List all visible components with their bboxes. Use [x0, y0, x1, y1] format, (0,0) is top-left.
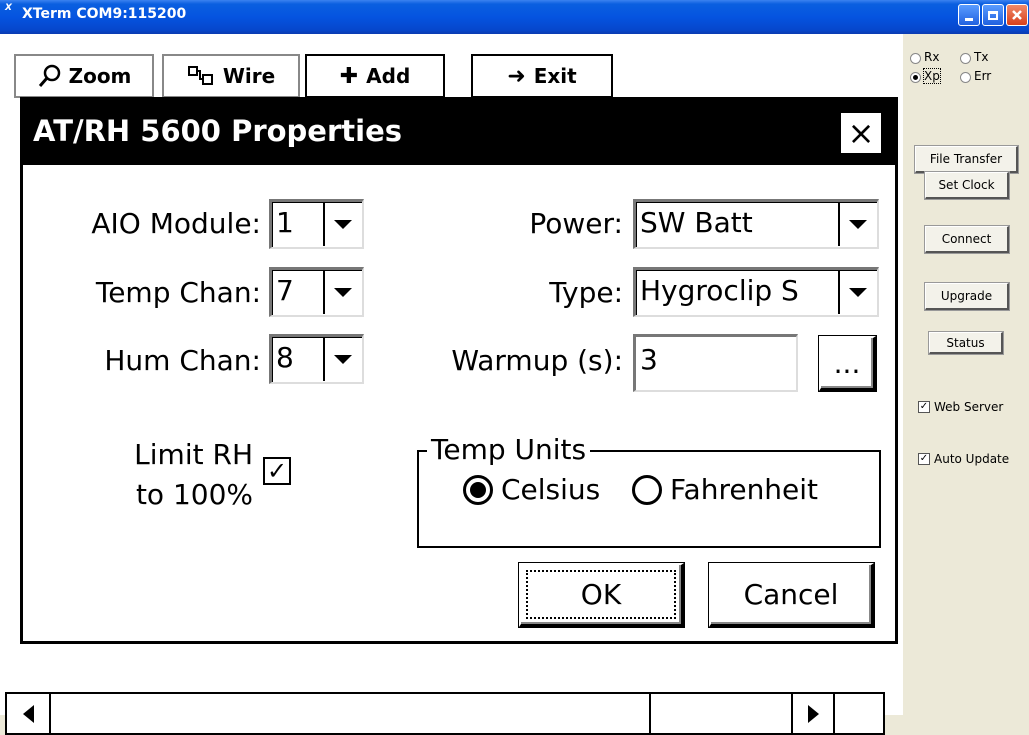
celsius-radio[interactable]	[463, 475, 493, 505]
radio-selected-dot	[470, 482, 486, 498]
magnifier-icon	[38, 64, 60, 87]
dialog-close-button[interactable]: ×	[839, 111, 883, 155]
auto-update-checkbox[interactable]: ✓	[918, 453, 930, 465]
maximize-icon	[988, 10, 998, 20]
add-button[interactable]: ✚ Add	[305, 54, 445, 98]
temp-chan-value: 7	[276, 274, 294, 307]
properties-dialog: AT/RH 5600 Properties × AIO Module: 1 Te…	[20, 97, 898, 644]
minimize-icon	[965, 17, 973, 21]
chevron-down-icon	[838, 271, 876, 314]
temp-chan-select[interactable]: 7	[269, 267, 364, 317]
chevron-down-icon	[323, 203, 361, 246]
tx-radio[interactable]	[960, 53, 971, 64]
cancel-label: Cancel	[743, 578, 839, 611]
arrow-right-icon	[807, 704, 819, 723]
limit-rh-label-line2: to 100%	[135, 478, 253, 511]
close-icon: ×	[847, 114, 875, 152]
add-label: Add	[366, 64, 411, 88]
type-label: Type:	[549, 276, 623, 309]
aio-module-label: AIO Module:	[91, 207, 261, 240]
scroll-right-button[interactable]	[791, 694, 835, 733]
window-titlebar[interactable]: X XTerm COM9:115200	[0, 0, 1029, 34]
type-value: Hygroclip S	[640, 274, 799, 307]
type-select[interactable]: Hygroclip S	[633, 267, 879, 317]
chevron-down-icon	[838, 203, 876, 246]
warmup-input[interactable]: 3	[633, 334, 798, 392]
scroll-track[interactable]	[651, 694, 791, 733]
minimize-button[interactable]	[958, 4, 980, 26]
power-select[interactable]: SW Batt	[633, 199, 879, 249]
tx-label: Tx	[974, 50, 989, 64]
power-label: Power:	[529, 207, 623, 240]
power-value: SW Batt	[640, 206, 753, 239]
exit-label: Exit	[533, 64, 577, 88]
err-label: Err	[974, 69, 992, 83]
fahrenheit-label[interactable]: Fahrenheit	[670, 473, 818, 506]
scroll-left-button[interactable]	[7, 694, 51, 733]
chevron-down-icon	[323, 271, 361, 314]
side-panel: Rx Tx Xp Err File Transfer Set Clock Con…	[903, 34, 1029, 715]
file-transfer-button[interactable]: File Transfer	[915, 146, 1018, 173]
connect-button[interactable]: Connect	[925, 226, 1009, 253]
celsius-label[interactable]: Celsius	[501, 473, 600, 506]
auto-update-label: Auto Update	[934, 452, 1010, 466]
cancel-button[interactable]: Cancel	[709, 563, 874, 627]
xp-radio[interactable]	[910, 72, 921, 83]
fahrenheit-radio[interactable]	[632, 475, 662, 505]
close-icon	[1012, 10, 1022, 20]
rx-radio[interactable]	[910, 53, 921, 64]
arrow-right-icon: ➜	[507, 63, 526, 89]
chevron-down-icon	[323, 338, 361, 381]
err-radio[interactable]	[960, 72, 971, 83]
hum-chan-value: 8	[276, 341, 294, 374]
check-icon: ✓	[266, 457, 288, 485]
scroll-thumb[interactable]	[51, 694, 651, 733]
rx-label: Rx	[924, 50, 940, 64]
aio-module-select[interactable]: 1	[269, 199, 364, 249]
hum-chan-select[interactable]: 8	[269, 334, 364, 384]
temp-chan-label: Temp Chan:	[95, 276, 261, 309]
wire-button[interactable]: Wire	[162, 54, 300, 98]
ok-label: OK	[580, 578, 622, 611]
maximize-button[interactable]	[982, 4, 1004, 26]
set-clock-button[interactable]: Set Clock	[925, 172, 1009, 199]
check-icon: ✓	[919, 401, 929, 412]
aio-module-value: 1	[276, 206, 294, 239]
hum-chan-label: Hum Chan:	[104, 344, 261, 377]
xp-label: Xp	[923, 68, 941, 84]
wire-label: Wire	[222, 64, 276, 88]
zoom-label: Zoom	[68, 64, 132, 88]
exit-button[interactable]: ➜ Exit	[471, 54, 613, 98]
plus-icon: ✚	[339, 63, 359, 89]
arrow-left-icon	[22, 704, 34, 723]
app-icon: X	[5, 3, 12, 13]
radio-selected-dot	[913, 75, 918, 80]
status-button[interactable]: Status	[929, 332, 1003, 354]
zoom-button[interactable]: Zoom	[14, 54, 154, 98]
limit-rh-label-line1: Limit RH	[134, 438, 253, 471]
web-server-checkbox[interactable]: ✓	[918, 401, 930, 413]
warmup-value: 3	[640, 343, 658, 376]
upgrade-button[interactable]: Upgrade	[925, 283, 1009, 310]
dialog-titlebar[interactable]: AT/RH 5600 Properties ×	[23, 100, 895, 165]
ellipsis-icon: ...	[833, 346, 861, 380]
web-server-label: Web Server	[934, 400, 1004, 414]
horizontal-scrollbar[interactable]	[5, 692, 885, 735]
close-window-button[interactable]	[1006, 4, 1028, 26]
dialog-title: AT/RH 5600 Properties	[33, 114, 403, 148]
warmup-browse-button[interactable]: ...	[819, 336, 876, 391]
window-title: XTerm COM9:115200	[22, 6, 187, 22]
temp-units-label: Temp Units	[427, 433, 591, 466]
ok-button[interactable]: OK	[519, 563, 684, 627]
warmup-label: Warmup (s):	[451, 344, 623, 377]
limit-rh-checkbox[interactable]: ✓	[263, 457, 291, 485]
wire-icon	[187, 66, 213, 85]
check-icon: ✓	[919, 453, 929, 464]
